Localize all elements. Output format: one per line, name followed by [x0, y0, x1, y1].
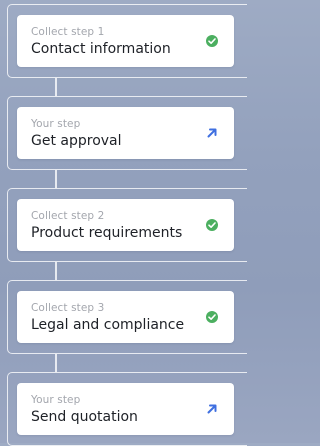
- step-connector: [55, 354, 57, 372]
- step-title: Legal and compliance: [31, 317, 185, 333]
- step-card-legal-and-compliance[interactable]: Collect step 3 Legal and compliance: [17, 291, 234, 343]
- step-connector: [55, 78, 57, 96]
- step-title: Send quotation: [31, 409, 138, 425]
- step-title: Product requirements: [31, 225, 183, 241]
- step-subtitle: Collect step 1: [31, 26, 105, 38]
- step-card-product-requirements[interactable]: Collect step 2 Product requirements: [17, 199, 234, 251]
- step-subtitle: Your step: [31, 118, 81, 130]
- check-circle-icon: [205, 34, 219, 48]
- step-connector: [55, 170, 57, 188]
- step-card-send-quotation[interactable]: Your step Send quotation: [17, 383, 234, 435]
- step-subtitle: Collect step 2: [31, 210, 105, 222]
- step-list: Collect step 1 Contact information Your …: [0, 0, 247, 446]
- step-card-contact-information[interactable]: Collect step 1 Contact information: [17, 15, 234, 67]
- step-subtitle: Collect step 3: [31, 302, 105, 314]
- step-title: Get approval: [31, 133, 122, 149]
- step-connector: [55, 262, 57, 280]
- step-subtitle: Your step: [31, 394, 81, 406]
- arrow-up-right-icon: [205, 126, 219, 140]
- check-circle-icon: [205, 310, 219, 324]
- arrow-up-right-icon: [205, 402, 219, 416]
- step-title: Contact information: [31, 41, 171, 57]
- check-circle-icon: [205, 218, 219, 232]
- step-card-get-approval[interactable]: Your step Get approval: [17, 107, 234, 159]
